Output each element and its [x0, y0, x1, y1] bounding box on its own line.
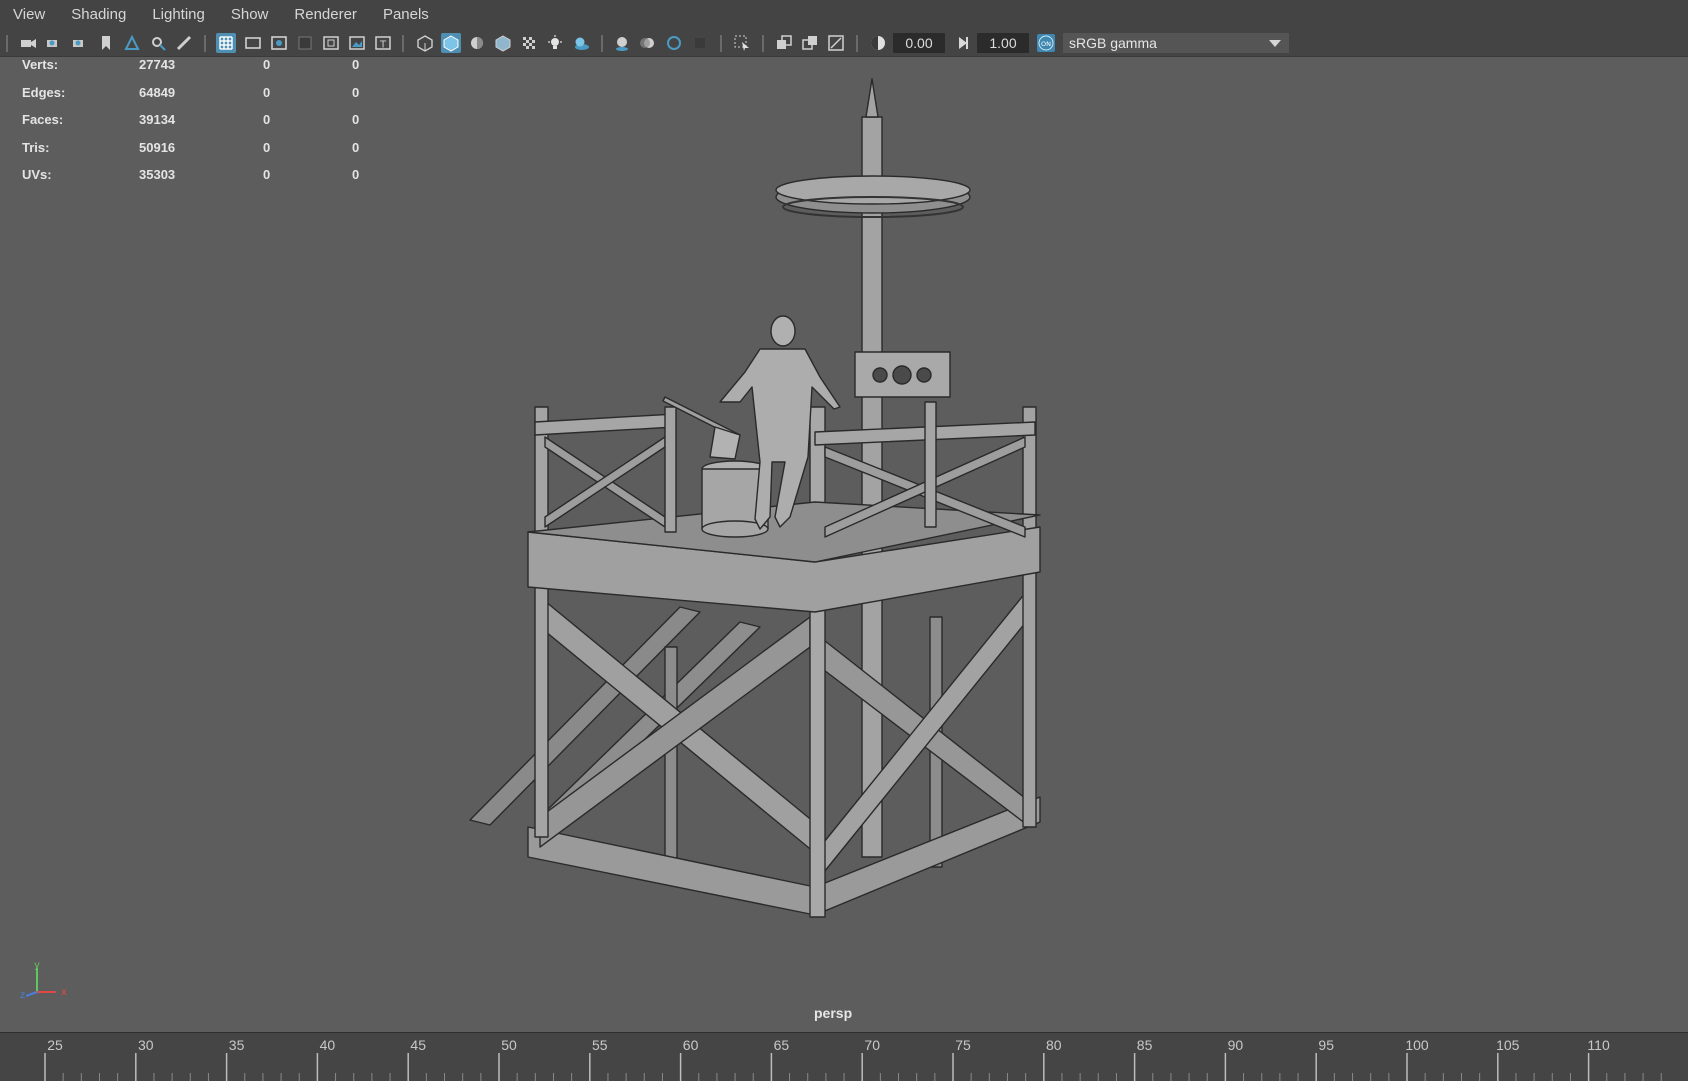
- hud-value: 0: [352, 167, 360, 182]
- scaffold-model[interactable]: [0, 57, 1688, 1028]
- use-all-lights-icon[interactable]: [545, 33, 565, 53]
- grease-pencil-icon[interactable]: [174, 33, 194, 53]
- hud-value: 39134: [139, 112, 176, 127]
- field-chart-icon[interactable]: [321, 33, 341, 53]
- hud-value: 50916: [139, 139, 176, 155]
- xray-active-icon[interactable]: [800, 33, 820, 53]
- toolbar-separator: [402, 35, 404, 52]
- gate-mask-icon[interactable]: [295, 33, 315, 53]
- hud-value: 27743: [139, 57, 176, 72]
- panel-toolbar: T 0.00 1.00 ON sRGB gamma: [0, 30, 1688, 57]
- timeline-tick-label: 85: [1137, 1037, 1153, 1053]
- toggle-on-label: ON: [1041, 40, 1051, 48]
- textured-icon[interactable]: [519, 33, 539, 53]
- toolbar-separator: [601, 35, 603, 52]
- timeline-tick-label: 65: [774, 1037, 790, 1053]
- exposure-icon[interactable]: [868, 33, 888, 53]
- chevron-down-icon[interactable]: [1262, 33, 1288, 53]
- timeline-tick-label: 60: [683, 1037, 699, 1053]
- hud-value: 0: [263, 112, 271, 127]
- isolate-select-icon[interactable]: [732, 33, 752, 53]
- time-ruler: 25 30 35 40 45 50 55 60 65 70 75 80 85 90 95 100 105 110: [44, 1037, 1662, 1081]
- timeline-tick-label: 100: [1405, 1037, 1429, 1053]
- view-axis-gizmo: y x z: [20, 960, 67, 1000]
- toolbar-separator: [856, 35, 858, 52]
- hud-value: 0: [263, 84, 271, 100]
- timeline-tick-label: 35: [229, 1037, 245, 1053]
- default-material-icon[interactable]: [467, 33, 487, 53]
- timeline-tick-label: 75: [955, 1037, 971, 1053]
- anti-aliasing-icon[interactable]: [664, 33, 684, 53]
- exposure-field[interactable]: 0.00: [893, 33, 945, 53]
- menu-view[interactable]: View: [0, 0, 58, 30]
- panel-menubar: View Shading Lighting Show Renderer Pane…: [0, 0, 1688, 30]
- wireframe-icon[interactable]: [415, 33, 435, 53]
- menu-renderer[interactable]: Renderer: [281, 0, 370, 30]
- camera-name-label: persp: [814, 1005, 853, 1021]
- menu-panels[interactable]: Panels: [370, 0, 442, 30]
- camera-lock-icon[interactable]: [70, 33, 90, 53]
- hud-value: 35303: [139, 167, 176, 182]
- motion-blur-icon[interactable]: [638, 33, 658, 53]
- bookmark-icon[interactable]: [96, 33, 116, 53]
- hud-label: Faces:: [22, 112, 64, 127]
- colorspace-dropdown[interactable]: sRGB gamma: [1063, 33, 1289, 53]
- timeline-tick-label: 25: [47, 1037, 63, 1053]
- time-slider[interactable]: 25 30 35 40 45 50 55 60 65 70 75 80 85 90 95 100 105 110: [0, 1032, 1688, 1081]
- camera-attributes-icon[interactable]: [44, 33, 64, 53]
- menu-lighting[interactable]: Lighting: [139, 0, 218, 30]
- timeline-tick-label: 70: [864, 1037, 880, 1053]
- timeline-tick-label: 80: [1046, 1037, 1062, 1053]
- hud-value: 0: [352, 84, 360, 100]
- hud-value: 0: [263, 167, 271, 182]
- safe-title-icon[interactable]: T: [373, 33, 393, 53]
- axis-z-label: z: [20, 990, 25, 1000]
- menu-show[interactable]: Show: [218, 0, 282, 30]
- timeline-tick-label: 110: [1587, 1037, 1610, 1053]
- timeline-tick-label: 95: [1318, 1037, 1334, 1053]
- hud-value: 0: [352, 112, 360, 127]
- hud-label: Verts:: [22, 57, 59, 72]
- two-d-pan-zoom-icon[interactable]: [148, 33, 168, 53]
- shadows-icon[interactable]: [571, 33, 591, 53]
- screen-space-ao-icon[interactable]: [612, 33, 632, 53]
- grid-icon[interactable]: [216, 33, 236, 53]
- xray-joints-icon[interactable]: [826, 33, 846, 53]
- hud-value: 0: [352, 139, 360, 155]
- toolbar-separator: [6, 35, 8, 52]
- axis-x-label: x: [61, 987, 67, 998]
- depth-of-field-icon[interactable]: [690, 33, 710, 53]
- hud-value: 0: [263, 57, 271, 72]
- timeline-tick-label: 30: [138, 1037, 154, 1053]
- smooth-shade-icon[interactable]: [441, 33, 461, 53]
- gamma-field[interactable]: 1.00: [977, 33, 1029, 53]
- hud-label: Tris:: [22, 139, 50, 155]
- toolbar-separator: [762, 35, 764, 52]
- timeline-tick-label: 40: [320, 1037, 336, 1053]
- safe-action-icon[interactable]: [347, 33, 367, 53]
- timeline-tick-label: 90: [1228, 1037, 1244, 1053]
- timeline-tick-label: 45: [410, 1037, 426, 1053]
- view-transform-toggle[interactable]: ON: [1036, 33, 1056, 53]
- svg-text:T: T: [379, 40, 387, 51]
- toolbar-separator: [204, 35, 206, 52]
- axis-y-label: y: [34, 960, 40, 971]
- hud-label: Edges:: [22, 84, 66, 100]
- toolbar-separator: [720, 35, 722, 52]
- camera-select-icon[interactable]: [18, 33, 38, 53]
- timeline-tick-label: 55: [592, 1037, 608, 1053]
- xray-icon[interactable]: [774, 33, 794, 53]
- menu-shading[interactable]: Shading: [58, 0, 139, 30]
- timeline-tick-label: 50: [501, 1037, 517, 1053]
- hud-value: 0: [263, 139, 271, 155]
- wireframe-on-shaded-icon[interactable]: [493, 33, 513, 53]
- film-gate-icon[interactable]: [243, 33, 263, 53]
- hud-label: UVs:: [22, 167, 52, 182]
- image-plane-icon[interactable]: [122, 33, 142, 53]
- hud-value: 0: [352, 57, 360, 72]
- timeline-tick-label: 105: [1496, 1037, 1520, 1053]
- resolution-gate-icon[interactable]: [269, 33, 289, 53]
- hud-value: 64849: [139, 84, 176, 100]
- gamma-icon[interactable]: [953, 33, 973, 53]
